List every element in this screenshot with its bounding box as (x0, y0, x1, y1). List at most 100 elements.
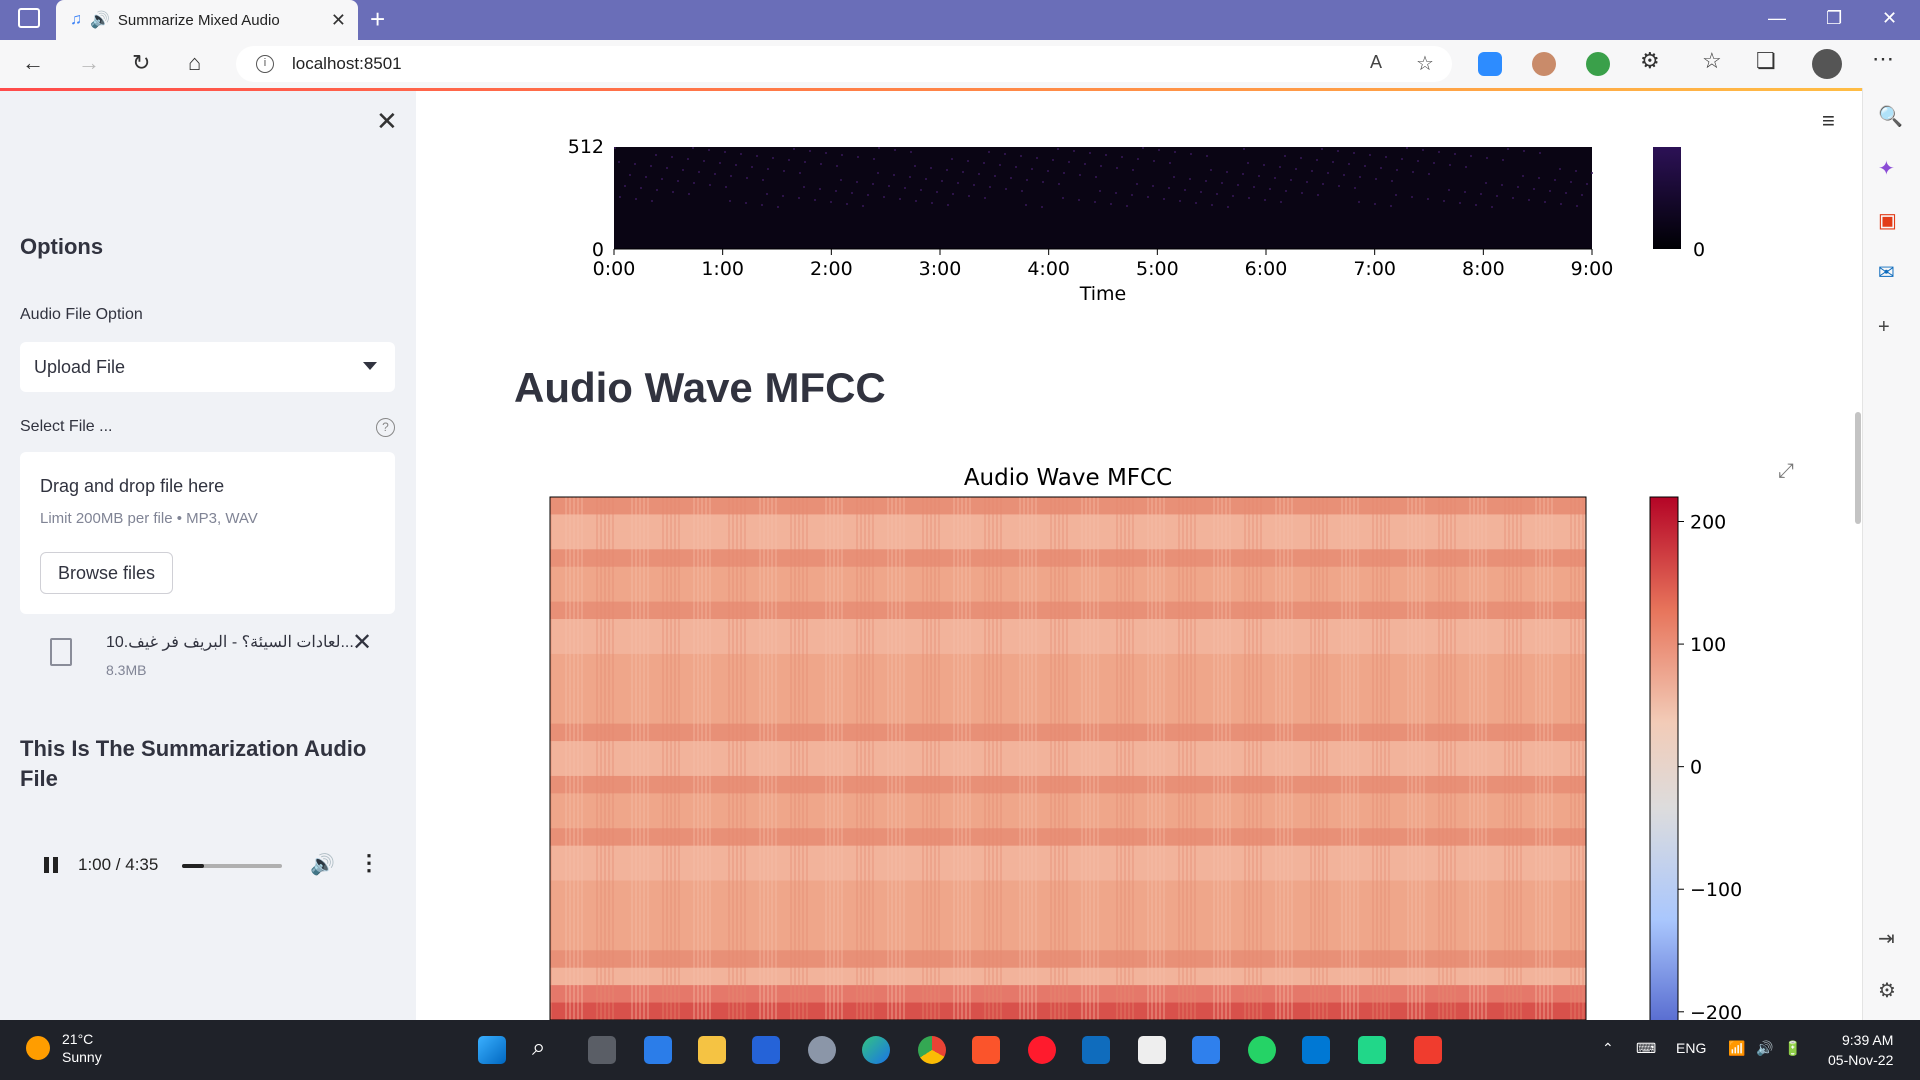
help-icon[interactable]: ? (376, 418, 395, 437)
file-explorer-icon[interactable] (698, 1036, 726, 1064)
window-close-icon[interactable]: ✕ (1882, 8, 1897, 29)
opera-icon[interactable] (1028, 1036, 1056, 1064)
spectrogram-speck (1411, 196, 1413, 198)
spectrogram-speck (1470, 155, 1472, 157)
collections-icon[interactable]: ❏ (1756, 48, 1776, 74)
back-icon[interactable]: ← (22, 50, 44, 76)
speaker-icon[interactable]: 🔊 (90, 10, 110, 30)
pause-icon[interactable] (44, 857, 60, 873)
extensions-icon[interactable]: ⚙ (1640, 48, 1660, 74)
spectrogram-speck (1190, 153, 1192, 155)
spectrogram-speck (914, 165, 916, 167)
x-tick-label: 6:00 (1245, 258, 1288, 280)
mfcc-column-streak (1252, 497, 1254, 1020)
temperature: 21°C (62, 1031, 94, 1047)
spectrogram-speck (1174, 151, 1176, 153)
whatsapp-icon[interactable] (1248, 1036, 1276, 1064)
brave-icon[interactable] (972, 1036, 1000, 1064)
new-tab-icon[interactable]: + (370, 4, 385, 35)
extension-icon[interactable] (1532, 52, 1556, 76)
mfcc-column-streak (1485, 497, 1487, 1020)
language-indicator[interactable]: ENG (1676, 1040, 1706, 1056)
clock[interactable]: 9:39 AM 05-Nov-22 (1828, 1030, 1893, 1070)
spectrogram-speck (983, 162, 985, 164)
taskbar-search-icon[interactable]: ⌕ (532, 1034, 545, 1062)
office-icon[interactable]: ▣ (1878, 208, 1897, 233)
favorites-icon[interactable]: ☆ (1702, 48, 1722, 74)
spectrogram-speck (1422, 149, 1424, 151)
mfcc-column-streak (1547, 497, 1549, 1020)
forward-icon[interactable]: → (78, 50, 100, 76)
spectrogram-speck (1131, 194, 1133, 196)
scrollbar[interactable] (1855, 412, 1861, 524)
hamburger-menu-icon[interactable]: ≡ (1822, 108, 1835, 134)
site-info-icon[interactable]: i (256, 55, 274, 73)
spectrogram-speck (629, 174, 631, 176)
seek-bar[interactable] (182, 864, 282, 868)
minimize-icon[interactable]: — (1768, 8, 1786, 29)
extension-globe-icon[interactable] (1586, 52, 1610, 76)
audio-player[interactable]: 1:00 / 4:35 🔊 ⋮ (28, 840, 388, 890)
close-tab-icon[interactable]: ✕ (331, 10, 346, 31)
spectrogram-speck (1337, 150, 1339, 152)
mfcc-column-streak (1279, 497, 1281, 1020)
spectrogram-speck (1480, 193, 1482, 195)
start-icon[interactable] (478, 1036, 506, 1064)
settings-app-icon[interactable] (808, 1036, 836, 1064)
spectrogram-speck (1253, 186, 1255, 188)
sidebar-toggle-icon[interactable]: ⇥ (1878, 926, 1895, 951)
outlook-app-icon[interactable] (1082, 1036, 1110, 1064)
outlook-icon[interactable]: ✉ (1878, 260, 1895, 285)
git-icon[interactable] (1414, 1036, 1442, 1064)
more-menu-icon[interactable]: ⋯ (1872, 46, 1894, 72)
spectrogram-speck (825, 152, 827, 154)
spectrogram-speck (1565, 192, 1567, 194)
spectrogram-speck (1216, 193, 1218, 195)
snipping-tool-icon[interactable] (1138, 1036, 1166, 1064)
read-aloud-icon[interactable]: A (1370, 52, 1382, 73)
browse-files-button[interactable]: Browse files (40, 552, 173, 594)
todo-icon[interactable] (1192, 1036, 1220, 1064)
audio-option-select[interactable]: Upload File (20, 342, 395, 392)
edge-icon[interactable] (862, 1036, 890, 1064)
zoom-extension-icon[interactable] (1478, 52, 1502, 76)
wifi-icon[interactable]: 📶 (1728, 1040, 1745, 1057)
browser-tab[interactable]: ♫ 🔊 Summarize Mixed Audio ✕ (56, 0, 358, 40)
vscode-icon[interactable] (1302, 1036, 1330, 1064)
spectrogram-speck (698, 171, 700, 173)
pycharm-icon[interactable] (1358, 1036, 1386, 1064)
mail-icon[interactable] (644, 1036, 672, 1064)
chevron-up-icon[interactable]: ⌃ (1602, 1040, 1614, 1057)
url-field[interactable]: i localhost:8501 A ☆ (236, 46, 1452, 82)
battery-icon[interactable]: 🔋 (1784, 1040, 1801, 1057)
remove-file-icon[interactable]: ✕ (352, 628, 372, 657)
clock-date: 05-Nov-22 (1828, 1052, 1894, 1068)
spectrogram-speck (1274, 177, 1276, 179)
spectrogram-speck (1338, 185, 1340, 187)
copilot-icon[interactable]: ✦ (1878, 156, 1895, 181)
player-more-icon[interactable]: ⋮ (358, 850, 380, 876)
settings-icon[interactable]: ⚙ (1878, 978, 1896, 1003)
refresh-icon[interactable]: ↻ (132, 50, 150, 76)
weather-widget[interactable]: 21°C Sunny (26, 1030, 102, 1066)
volume-tray-icon[interactable]: 🔊 (1756, 1040, 1773, 1057)
profile-avatar[interactable] (1812, 49, 1842, 79)
search-icon[interactable]: 🔍 (1878, 104, 1903, 129)
store-icon[interactable] (752, 1036, 780, 1064)
chrome-icon[interactable] (918, 1036, 946, 1064)
spectrogram-speck (1560, 203, 1562, 205)
restore-icon[interactable]: ❐ (1826, 8, 1842, 29)
close-sidebar-icon[interactable]: ✕ (376, 106, 398, 137)
tab-actions-icon[interactable] (18, 8, 40, 28)
mfcc-column-streak (961, 497, 963, 1020)
task-view-icon[interactable] (588, 1036, 616, 1064)
home-icon[interactable]: ⌂ (188, 50, 201, 76)
taskbar (0, 1020, 1920, 1080)
file-dropzone[interactable]: Drag and drop file here Limit 200MB per … (20, 452, 395, 614)
add-icon[interactable]: + (1878, 316, 1890, 339)
spectrogram-speck (1433, 162, 1435, 164)
favorite-icon[interactable]: ☆ (1416, 51, 1434, 76)
volume-icon[interactable]: 🔊 (310, 852, 335, 877)
spectrogram-speck (1359, 176, 1361, 178)
keyboard-icon[interactable]: ⌨ (1636, 1040, 1656, 1057)
